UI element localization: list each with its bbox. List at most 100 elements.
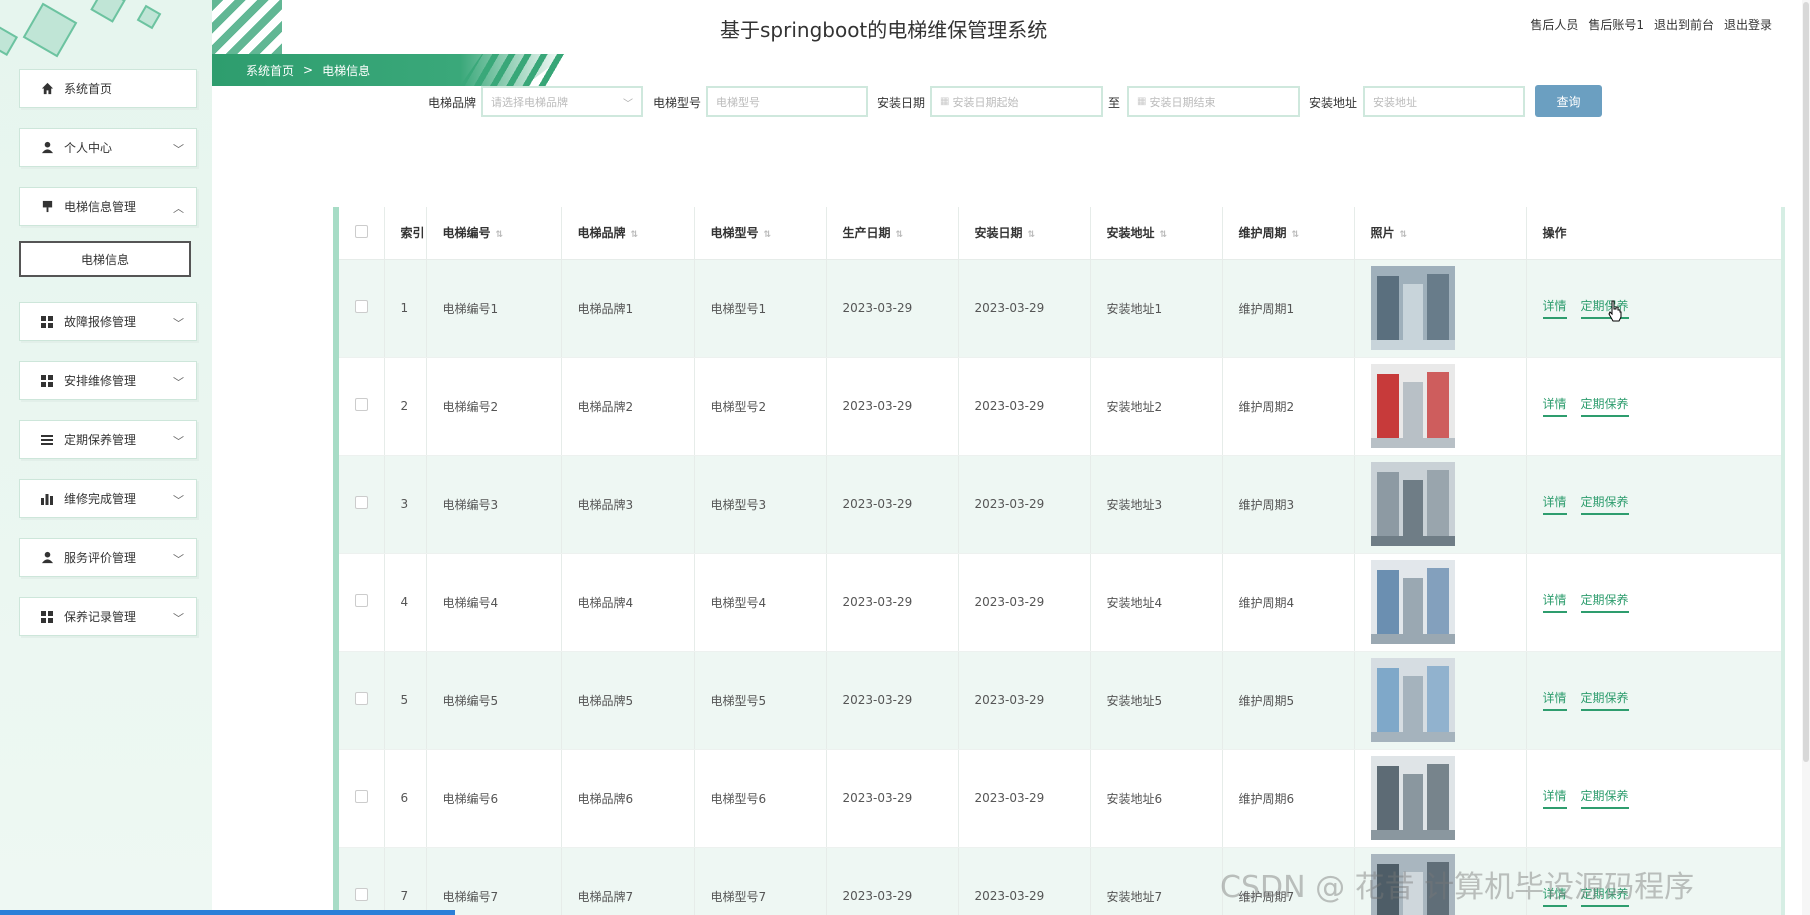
sidebar-item-maintenance-records[interactable]: 保养记录管理 ﹀ (19, 597, 197, 636)
user-role: 售后人员 (1530, 18, 1579, 32)
watermark: CSDN @ 花昔 计算机毕设源码程序 (1220, 870, 1695, 905)
page-scrollbar[interactable] (1802, 0, 1810, 915)
sidebar-item-home[interactable]: 系统首页 (19, 69, 197, 108)
col-code[interactable]: 电梯编号 ⇅ (426, 207, 562, 260)
sidebar-item-label: 保养记录管理 (64, 610, 137, 624)
col-production-date[interactable]: 生产日期 ⇅ (826, 207, 959, 260)
cell-model: 电梯型号5 (694, 651, 827, 750)
date-range-separator: 至 (1108, 96, 1121, 110)
sidebar-item-repair-schedule[interactable]: 安排维修管理 ﹀ (19, 361, 197, 400)
row-select-cell (339, 455, 385, 554)
row-checkbox[interactable] (355, 888, 368, 901)
address-input[interactable]: 安装地址 (1363, 86, 1525, 117)
cell-code: 电梯编号7 (426, 847, 562, 915)
cell-install-date: 2023-03-29 (958, 847, 1091, 915)
sort-icon: ⇅ (1027, 230, 1036, 241)
model-input[interactable]: 电梯型号 (706, 86, 868, 117)
cell-address: 安装地址7 (1090, 847, 1223, 915)
detail-button[interactable]: 详情 (1542, 297, 1567, 319)
elevator-photo[interactable] (1370, 560, 1455, 644)
row-checkbox[interactable] (355, 692, 368, 705)
row-checkbox[interactable] (355, 398, 368, 411)
cell-index: 1 (384, 259, 427, 358)
chevron-down-icon: ﹀ (173, 143, 184, 156)
model-label: 电梯型号 (653, 96, 702, 110)
sidebar-item-profile[interactable]: 个人中心 ﹀ (19, 128, 197, 167)
col-install-date[interactable]: 安装日期 ⇅ (958, 207, 1091, 260)
table-row[interactable]: 5 电梯编号5 电梯品牌5 电梯型号5 2023-03-29 2023-03-29 安装地址… (339, 651, 1781, 750)
schedule-maintenance-button[interactable]: 定期保养 (1580, 395, 1629, 417)
sidebar-subitem-elevator-info[interactable]: 电梯信息 (19, 241, 191, 277)
back-to-frontend-link[interactable]: 退出到前台 (1654, 16, 1714, 33)
table-row[interactable]: 2 电梯编号2 电梯品牌2 电梯型号2 2023-03-29 2023-03-29 安装地址… (339, 357, 1781, 456)
cell-model: 电梯型号6 (694, 749, 827, 848)
decor-square (90, 0, 126, 23)
col-address[interactable]: 安装地址 ⇅ (1090, 207, 1223, 260)
row-checkbox[interactable] (355, 594, 368, 607)
select-all-cell (339, 207, 385, 260)
col-brand[interactable]: 电梯品牌 ⇅ (561, 207, 695, 260)
cell-photo (1354, 749, 1527, 848)
sidebar-item-repair-done[interactable]: 维修完成管理 ﹀ (19, 479, 197, 518)
cell-index: 5 (384, 651, 427, 750)
elevator-photo[interactable] (1370, 364, 1455, 448)
row-checkbox[interactable] (355, 790, 368, 803)
bar-chart-icon (40, 492, 54, 506)
detail-button[interactable]: 详情 (1542, 591, 1567, 613)
schedule-maintenance-button[interactable]: 定期保养 (1580, 591, 1629, 613)
chevron-down-icon: ﹀ (173, 553, 184, 566)
user-icon (40, 551, 54, 565)
table-row[interactable]: 1 电梯编号1 电梯品牌1 电梯型号1 2023-03-29 2023-03-29 安装地址… (339, 259, 1781, 358)
cell-photo (1354, 553, 1527, 652)
col-production-date-label: 生产日期 (842, 226, 891, 241)
elevator-photo[interactable] (1370, 658, 1455, 742)
sidebar-item-elevator-management[interactable]: 电梯信息管理 ︿ (19, 187, 197, 226)
cell-install-date: 2023-03-29 (958, 259, 1091, 358)
sidebar-item-maintenance[interactable]: 定期保养管理 ﹀ (19, 420, 197, 459)
row-checkbox[interactable] (355, 300, 368, 313)
scrollbar-thumb[interactable] (1803, 2, 1809, 762)
breadcrumb-home[interactable]: 系统首页 (246, 62, 294, 79)
sidebar-item-fault-report[interactable]: 故障报修管理 ﹀ (19, 302, 197, 341)
table-row[interactable]: 4 电梯编号4 电梯品牌4 电梯型号4 2023-03-29 2023-03-29 安装地址… (339, 553, 1781, 652)
logout-link[interactable]: 退出登录 (1724, 16, 1772, 33)
brand-select[interactable]: 请选择电梯品牌 ﹀ (481, 86, 643, 117)
cell-production-date: 2023-03-29 (826, 553, 959, 652)
chevron-down-icon: ﹀ (173, 612, 184, 625)
cell-address: 安装地址1 (1090, 259, 1223, 358)
header-decor (212, 0, 282, 54)
install-date-start-input[interactable]: ▦ 安装日期起始 (930, 86, 1103, 117)
cell-model: 电梯型号4 (694, 553, 827, 652)
install-date-end-input[interactable]: ▦ 安装日期结束 (1127, 86, 1300, 117)
search-button[interactable]: 查询 (1535, 85, 1602, 117)
table-row[interactable]: 6 电梯编号6 电梯品牌6 电梯型号6 2023-03-29 2023-03-29 安装地址… (339, 749, 1781, 848)
schedule-maintenance-button[interactable]: 定期保养 (1580, 689, 1629, 711)
col-cycle[interactable]: 维护周期 ⇅ (1222, 207, 1355, 260)
cell-code: 电梯编号1 (426, 259, 562, 358)
cell-cycle: 维护周期6 (1222, 749, 1355, 848)
detail-button[interactable]: 详情 (1542, 493, 1567, 515)
cell-address: 安装地址3 (1090, 455, 1223, 554)
select-all-checkbox[interactable] (355, 224, 368, 238)
elevator-photo[interactable] (1370, 462, 1455, 546)
chevron-down-icon: ﹀ (623, 99, 633, 110)
col-photo[interactable]: 照片 ⇅ (1354, 207, 1527, 260)
col-model[interactable]: 电梯型号 ⇅ (694, 207, 827, 260)
detail-button[interactable]: 详情 (1542, 787, 1567, 809)
cell-production-date: 2023-03-29 (826, 847, 959, 915)
elevator-photo[interactable] (1370, 756, 1455, 840)
elevator-photo[interactable] (1370, 266, 1455, 350)
schedule-maintenance-button[interactable]: 定期保养 (1580, 787, 1629, 809)
detail-button[interactable]: 详情 (1542, 395, 1567, 417)
row-select-cell (339, 847, 385, 915)
cell-brand: 电梯品牌4 (561, 553, 695, 652)
row-checkbox[interactable] (355, 496, 368, 509)
cell-brand: 电梯品牌6 (561, 749, 695, 848)
sort-icon: ⇅ (763, 230, 772, 241)
sidebar-item-service-review[interactable]: 服务评价管理 ﹀ (19, 538, 197, 577)
detail-button[interactable]: 详情 (1542, 689, 1567, 711)
table-row[interactable]: 3 电梯编号3 电梯品牌3 电梯型号3 2023-03-29 2023-03-29 安装地址… (339, 455, 1781, 554)
app-root: 系统首页 个人中心 ﹀ 电梯信息管理 ︿ 电梯信息 故障报修管理 ﹀ 安排维修管… (0, 0, 1810, 915)
schedule-maintenance-button[interactable]: 定期保养 (1580, 493, 1629, 515)
grid-icon (40, 315, 54, 329)
